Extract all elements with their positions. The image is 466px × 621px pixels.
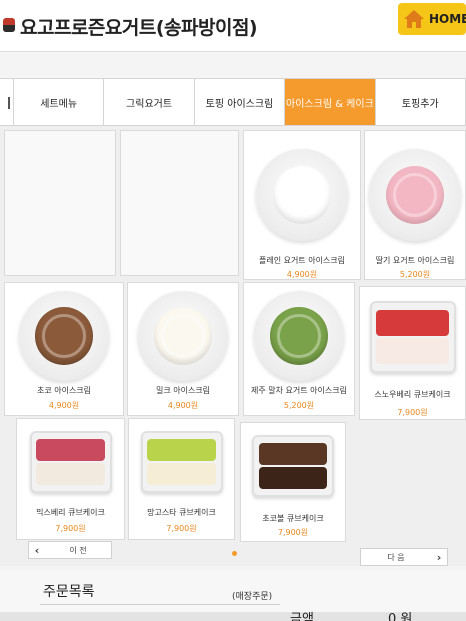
product-price: 4,900원 <box>167 401 199 410</box>
empty-slot <box>4 130 116 276</box>
product-name: 초코볼 큐브케이크 <box>262 514 324 523</box>
product-name: 딸기 요거트 아이스크림 <box>375 256 455 265</box>
product-image <box>138 291 228 381</box>
product-card[interactable]: 초코 아이스크림 4,900원 <box>4 282 124 416</box>
tab-set-menu[interactable]: 세트메뉴 <box>14 79 105 125</box>
product-grid: 플레인 요거트 아이스크림 4,900원 딸기 요거트 아이스크림 5,200원… <box>0 126 466 566</box>
product-image <box>254 291 344 381</box>
product-name: 초코 아이스크림 <box>36 386 92 395</box>
page-indicator <box>232 551 237 556</box>
empty-slot <box>120 130 239 276</box>
product-card[interactable]: 딸기 요거트 아이스크림 5,200원 <box>364 130 466 280</box>
store-logo-icon <box>3 18 15 32</box>
chevron-left-icon: ‹ <box>34 543 40 557</box>
tab-greek-yogurt[interactable]: 그릭요거트 <box>104 79 195 125</box>
product-name: 밀크 아이스크림 <box>155 386 211 395</box>
product-name: 망고스타 큐브케이크 <box>147 508 216 517</box>
product-price: 7,900원 <box>277 528 309 537</box>
home-label: HOME <box>429 12 466 26</box>
product-price: 5,200원 <box>399 270 431 279</box>
screen-bezel <box>0 612 466 621</box>
home-button[interactable]: HOME <box>398 3 466 35</box>
product-image <box>19 291 109 381</box>
product-card[interactable]: 믹스베리 큐브케이크 7,900원 <box>16 418 125 540</box>
product-card[interactable]: 망고스타 큐브케이크 7,900원 <box>128 418 235 540</box>
tabs-scroll-left[interactable] <box>0 79 14 125</box>
product-name: 제주 말차 요거트 아이스크림 <box>251 386 347 395</box>
product-card[interactable]: 스노우베리 큐브케이크 7,900원 <box>359 286 466 420</box>
header: 요고프로즌요거트(송파방이점) HOME <box>0 0 466 52</box>
divider <box>40 604 280 605</box>
product-price: 4,900원 <box>48 401 80 410</box>
product-name: 스노우베리 큐브케이크 <box>374 390 451 399</box>
product-price: 7,900원 <box>55 524 86 533</box>
next-label: 다 음 <box>387 552 405 562</box>
tab-topping-icecream[interactable]: 토핑 아이스크림 <box>195 79 286 125</box>
product-card[interactable]: 초코볼 큐브케이크 7,900원 <box>240 422 346 542</box>
product-card[interactable]: 밀크 아이스크림 4,900원 <box>127 282 239 416</box>
prev-page-button[interactable]: ‹ 이 전 <box>28 541 112 559</box>
kiosk-screen: 요고프로즌요거트(송파방이점) HOME 세트메뉴 그릭요거트 토핑 아이스크림… <box>0 0 466 621</box>
store-title: 요고프로즌요거트(송파방이점) <box>20 17 258 39</box>
product-price: 4,900원 <box>286 270 318 279</box>
home-icon <box>403 9 425 29</box>
category-tabs: 세트메뉴 그릭요거트 토핑 아이스크림 아이스크림 & 케이크 토핑추가 <box>0 78 466 126</box>
product-image <box>252 435 334 497</box>
order-list-title: 주문목록 <box>43 584 95 600</box>
product-card[interactable]: 제주 말차 요거트 아이스크림 5,200원 <box>243 282 355 416</box>
product-image <box>29 431 112 493</box>
product-image <box>140 431 223 493</box>
product-price: 7,900원 <box>166 524 197 533</box>
tab-topping-add[interactable]: 토핑추가 <box>376 79 466 125</box>
tab-icecream-cake[interactable]: 아이스크림 & 케이크 <box>285 79 376 125</box>
prev-label: 이 전 <box>69 545 87 555</box>
product-price: 5,200원 <box>283 401 315 410</box>
product-name: 플레인 요거트 아이스크림 <box>258 256 346 265</box>
order-mode: (매장주문) <box>232 592 273 602</box>
product-card[interactable]: 플레인 요거트 아이스크림 4,900원 <box>243 130 361 280</box>
product-image <box>256 149 348 241</box>
next-page-button[interactable]: 다 음 › <box>360 548 448 566</box>
product-image <box>369 301 456 373</box>
product-price: 7,900원 <box>397 408 428 417</box>
product-name: 믹스베리 큐브케이크 <box>36 508 105 517</box>
product-image <box>369 149 461 241</box>
chevron-right-icon: › <box>436 550 442 564</box>
